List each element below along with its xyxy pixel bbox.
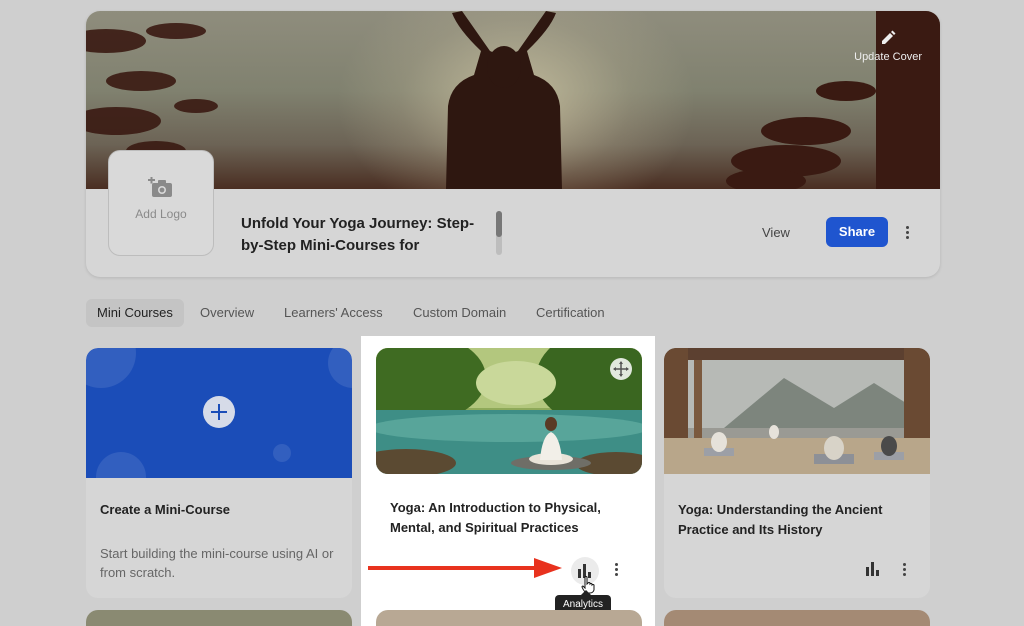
create-card-banner [86, 348, 352, 478]
add-logo-label: Add Logo [135, 207, 187, 221]
view-button[interactable]: View [762, 225, 790, 240]
annotation-arrow [368, 558, 562, 578]
mini-course-card-ancient[interactable]: Yoga: Understanding the Ancient Practice… [664, 348, 930, 598]
course-header-card: Update Cover Add Logo Unfold Your Yoga J… [86, 11, 940, 277]
share-button[interactable]: Share [826, 217, 888, 247]
plus-icon[interactable] [203, 396, 235, 428]
more-vertical-icon[interactable] [899, 224, 915, 242]
card-title: Yoga: Understanding the Ancient Practice… [678, 502, 883, 537]
card-title: Create a Mini-Course [100, 502, 231, 517]
course-thumbnail [664, 348, 930, 474]
more-vertical-icon[interactable] [896, 561, 912, 579]
more-vertical-icon[interactable] [608, 561, 624, 579]
create-mini-course-card[interactable]: Create a Mini-Course Start building the … [86, 348, 352, 598]
tab-certification[interactable]: Certification [536, 299, 605, 327]
card-title: Yoga: An Introduction to Physical, Menta… [390, 500, 601, 535]
add-logo-button[interactable]: Add Logo [108, 150, 214, 256]
yoga-silhouette-image [86, 11, 940, 189]
move-icon[interactable] [610, 358, 632, 380]
card-description: Start building the mini-course using AI … [100, 546, 334, 580]
tab-learners-access[interactable]: Learners' Access [284, 299, 383, 327]
pencil-icon [882, 30, 896, 44]
course-card-peek [86, 610, 352, 626]
tab-overview[interactable]: Overview [200, 299, 254, 327]
cover-image: Update Cover [86, 11, 940, 189]
course-title[interactable]: Unfold Your Yoga Journey: Step-by-Step M… [241, 213, 491, 257]
course-card-peek [664, 610, 930, 626]
update-cover-label: Update Cover [854, 51, 922, 63]
tab-custom-domain[interactable]: Custom Domain [413, 299, 506, 327]
course-card-peek [376, 610, 642, 626]
course-thumbnail [376, 348, 642, 474]
analytics-icon[interactable] [866, 562, 880, 576]
title-scrollbar[interactable] [496, 211, 502, 255]
update-cover-button[interactable]: Update Cover [854, 29, 922, 63]
tab-mini-courses[interactable]: Mini Courses [86, 299, 184, 327]
add-photo-icon [148, 177, 172, 197]
